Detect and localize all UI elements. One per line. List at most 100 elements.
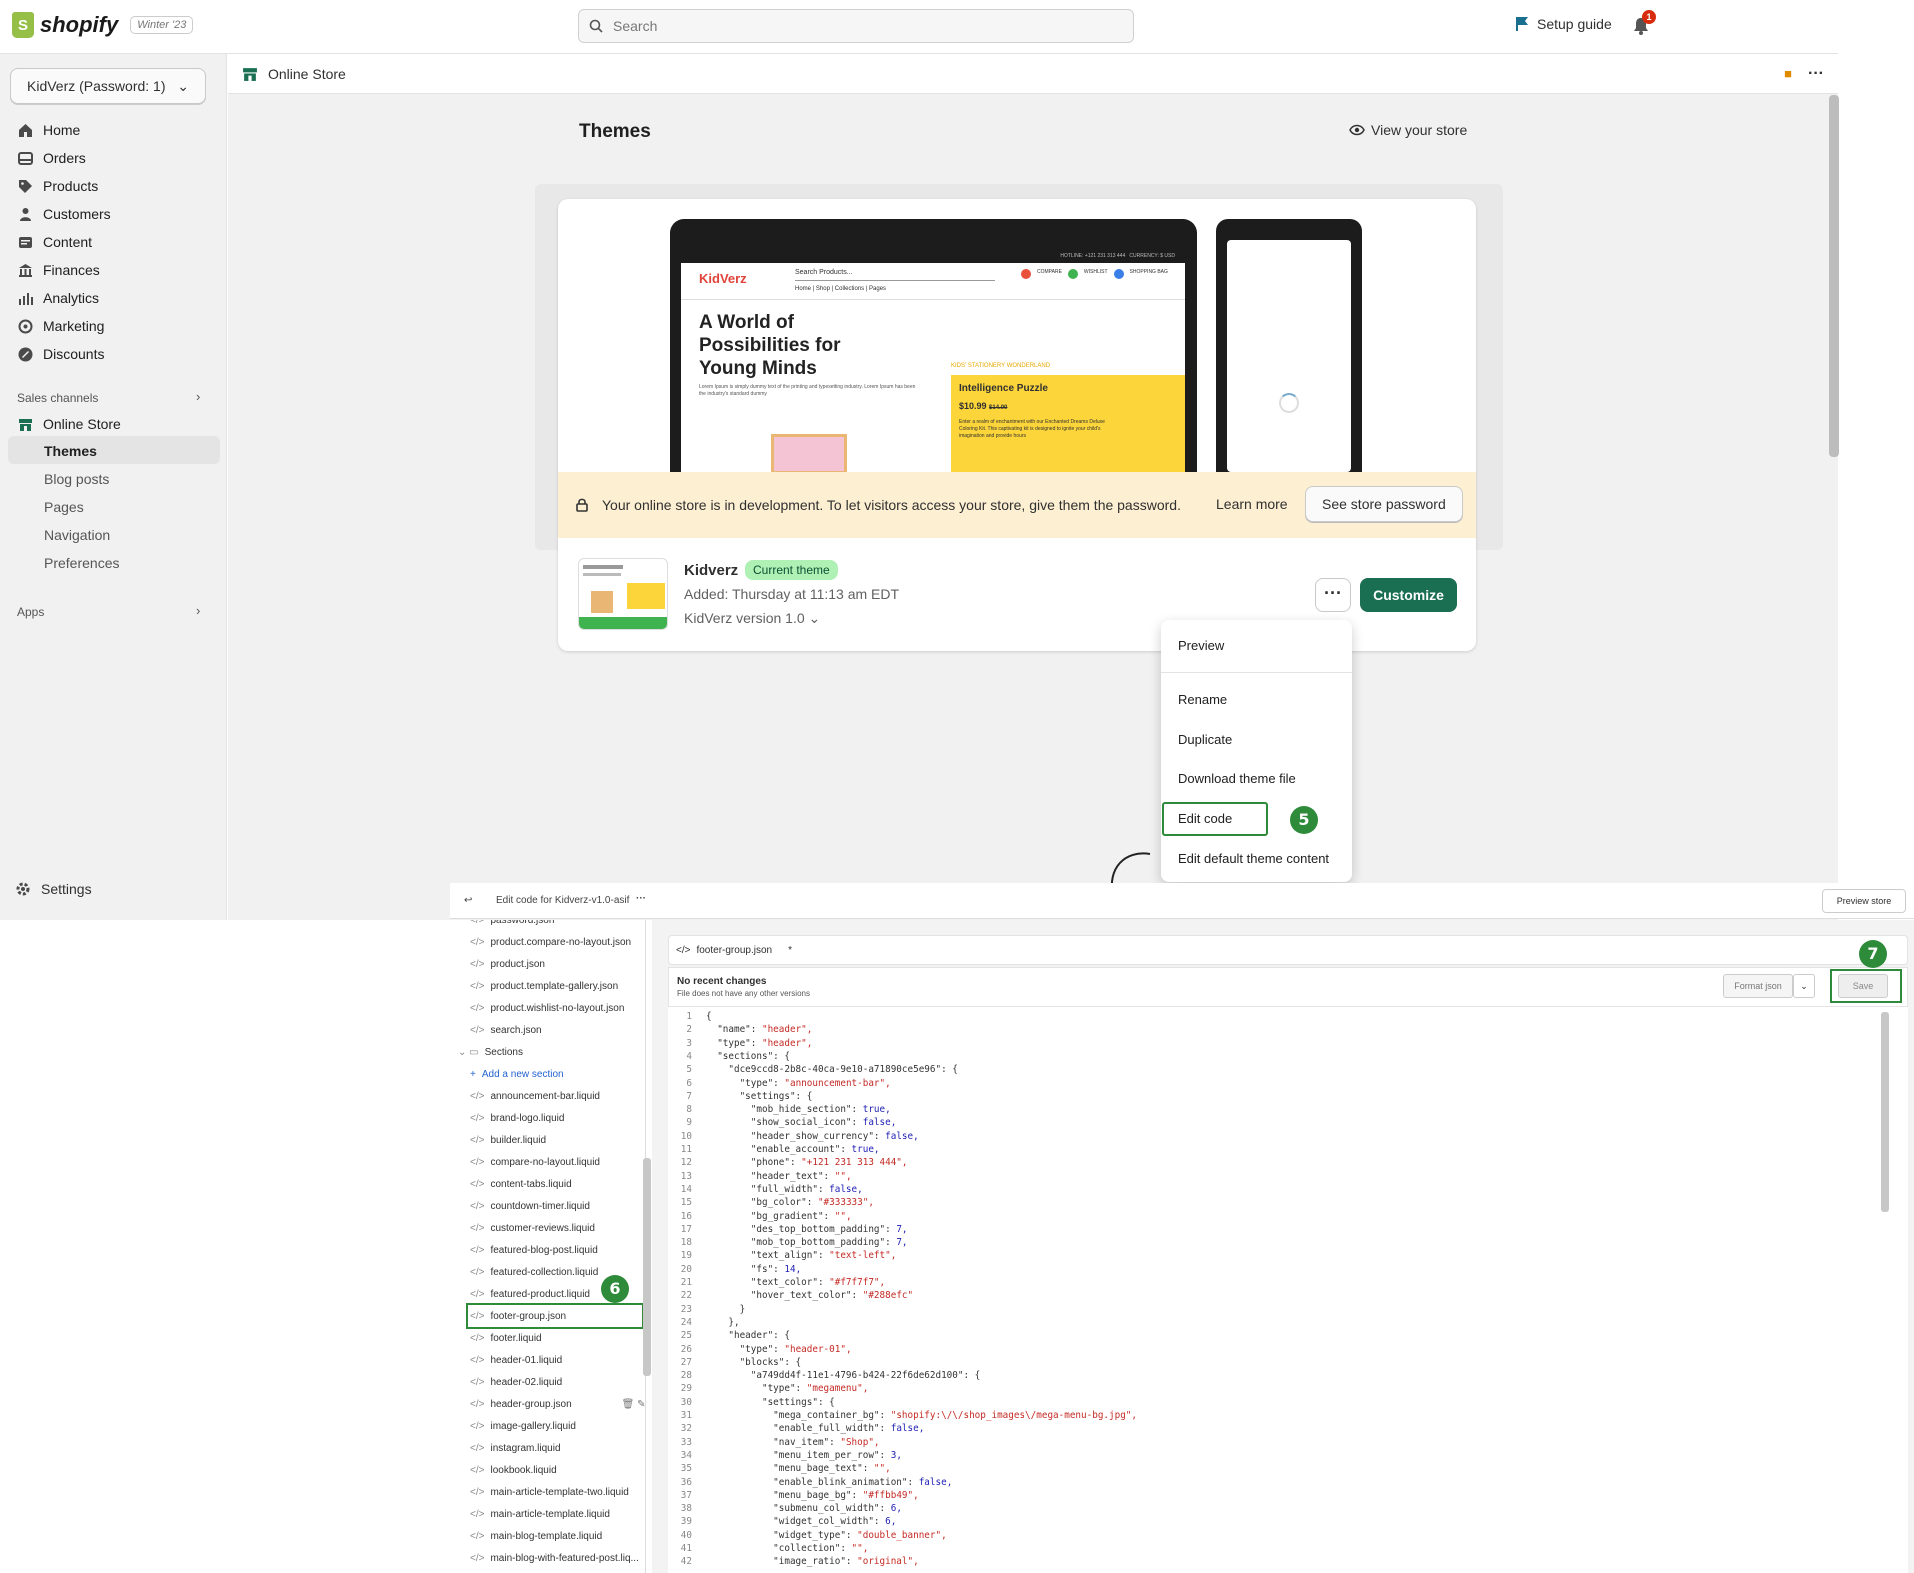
learn-more-link[interactable]: Learn more bbox=[1216, 496, 1288, 512]
file-item[interactable]: </> search.json bbox=[470, 1025, 542, 1036]
bank-icon bbox=[18, 263, 33, 278]
sidebar-item-finances[interactable]: Finances bbox=[18, 262, 100, 278]
notifications-button[interactable]: 1 bbox=[1632, 10, 1656, 38]
file-item[interactable]: </> footer.liquid bbox=[470, 1333, 542, 1344]
code-value: "", bbox=[834, 1210, 852, 1222]
menu-item-rename[interactable]: Rename bbox=[1178, 692, 1227, 707]
store-selector[interactable]: KidVerz (Password: 1) ⌄ bbox=[10, 68, 206, 104]
editor-more-icon[interactable]: ··· bbox=[636, 893, 646, 904]
file-item[interactable]: </> featured-product.liquid bbox=[470, 1289, 590, 1300]
sidebar-item-discounts[interactable]: Discounts bbox=[18, 346, 104, 362]
code-file-icon: </> bbox=[470, 1245, 485, 1256]
file-item[interactable]: </> header-group.json 🗑 ✎ bbox=[470, 1399, 645, 1410]
file-item[interactable]: </> instagram.liquid bbox=[470, 1443, 561, 1454]
exit-icon[interactable]: ↩ bbox=[464, 895, 472, 906]
file-item[interactable]: </> main-blog-with-featured-post.liq... bbox=[470, 1553, 639, 1564]
file-item[interactable]: </> password.json bbox=[470, 920, 554, 926]
sidebar-item-content[interactable]: Content bbox=[18, 234, 92, 250]
code-line: 12 "phone": "+121 231 313 444", bbox=[668, 1156, 908, 1169]
line-number: 32 bbox=[680, 1423, 692, 1435]
code-value: "Shop", bbox=[840, 1436, 880, 1448]
sidebar-item-analytics[interactable]: Analytics bbox=[18, 290, 99, 306]
file-item[interactable]: </> content-tabs.liquid bbox=[470, 1179, 572, 1190]
file-item[interactable]: </> main-article-template-two.liquid bbox=[470, 1487, 629, 1498]
tab-label: footer-group.json bbox=[696, 944, 773, 956]
file-item[interactable]: </> announcement-bar.liquid bbox=[470, 1091, 600, 1102]
preview-compare: COMPARE bbox=[1037, 269, 1062, 275]
chevron-right-icon[interactable]: › bbox=[196, 389, 200, 404]
file-tree-scrollbar[interactable] bbox=[643, 1158, 651, 1376]
sidebar-item-orders[interactable]: Orders bbox=[18, 150, 86, 166]
chevron-right-icon[interactable]: › bbox=[196, 603, 200, 618]
code-line: 37 "menu_bage_bg": "#ffbb49", bbox=[668, 1489, 919, 1502]
sidebar-item-themes[interactable]: Themes bbox=[44, 443, 97, 459]
page-scrollbar[interactable] bbox=[1829, 95, 1839, 457]
sidebar-item-pages[interactable]: Pages bbox=[44, 499, 84, 515]
code-line: 16 "bg_gradient": "", bbox=[668, 1210, 852, 1223]
see-store-password-button[interactable]: See store password bbox=[1305, 486, 1463, 522]
preview-store-button[interactable]: Preview store bbox=[1822, 889, 1906, 913]
pin-icon[interactable]: ■ bbox=[1784, 66, 1792, 81]
format-dropdown-chevron-icon[interactable]: ⌄ bbox=[1793, 974, 1815, 998]
sidebar-item-online-store[interactable]: Online Store bbox=[18, 416, 121, 432]
file-item[interactable]: </> main-article-template.liquid bbox=[470, 1509, 610, 1520]
active-item-highlight bbox=[8, 436, 220, 464]
code-file-icon: </> bbox=[470, 1421, 485, 1432]
file-item[interactable]: </> brand-logo.liquid bbox=[470, 1113, 564, 1124]
file-item[interactable]: </> featured-collection.liquid bbox=[470, 1267, 598, 1278]
file-item[interactable]: </> main-blog-template.liquid bbox=[470, 1531, 602, 1542]
sidebar-item-settings[interactable]: Settings bbox=[15, 881, 92, 897]
search-input[interactable]: Search bbox=[578, 9, 1134, 43]
add-section-link[interactable]: + Add a new section bbox=[470, 1069, 564, 1080]
file-actions-icon[interactable]: 🗑 ✎ bbox=[622, 1399, 645, 1410]
customize-button[interactable]: Customize bbox=[1360, 578, 1457, 612]
code-key: "show_social_icon": bbox=[706, 1117, 863, 1129]
file-item[interactable]: </> customer-reviews.liquid bbox=[470, 1223, 595, 1234]
file-item[interactable]: </> image-gallery.liquid bbox=[470, 1421, 576, 1432]
theme-version[interactable]: KidVerz version 1.0 ⌄ bbox=[684, 610, 820, 627]
code-file-icon: </> bbox=[470, 1333, 485, 1344]
code-line: 4 "sections": { bbox=[668, 1050, 790, 1063]
shopify-logo[interactable]: shopify Winter '23 bbox=[12, 12, 194, 38]
file-item[interactable]: </> lookbook.liquid bbox=[470, 1465, 557, 1476]
view-store-link[interactable]: View your store bbox=[1349, 122, 1467, 138]
code-value: "", bbox=[851, 1543, 869, 1554]
file-item[interactable]: </> countdown-timer.liquid bbox=[470, 1201, 590, 1212]
file-item[interactable]: </> header-02.liquid bbox=[470, 1377, 562, 1388]
target-icon bbox=[18, 319, 33, 334]
sidebar-item-navigation[interactable]: Navigation bbox=[44, 527, 110, 543]
menu-item-duplicate[interactable]: Duplicate bbox=[1178, 732, 1232, 747]
file-item[interactable]: </> product.wishlist-no-layout.json bbox=[470, 1003, 624, 1014]
menu-item-preview[interactable]: Preview bbox=[1178, 638, 1224, 653]
code-key: "phone": bbox=[706, 1157, 802, 1169]
sections-folder[interactable]: ⌄ ▭ Sections bbox=[458, 1047, 523, 1058]
sidebar-label: Home bbox=[43, 122, 81, 138]
line-number: 28 bbox=[680, 1370, 692, 1382]
file-item[interactable]: </> header-01.liquid bbox=[470, 1355, 562, 1366]
tab-footer-group[interactable]: </> footer-group.json * bbox=[672, 938, 792, 962]
menu-item-edit-default-content[interactable]: Edit default theme content bbox=[1178, 851, 1329, 866]
apps-heading[interactable]: Apps bbox=[17, 605, 44, 619]
file-item[interactable]: </> product.template-gallery.json bbox=[470, 981, 618, 992]
sidebar-item-preferences[interactable]: Preferences bbox=[44, 555, 119, 571]
more-actions-icon[interactable]: ··· bbox=[1808, 65, 1824, 83]
file-name: header-group.json bbox=[490, 1399, 572, 1410]
code-scrollbar[interactable] bbox=[1881, 1012, 1889, 1212]
sidebar-item-home[interactable]: Home bbox=[18, 122, 80, 138]
theme-actions-button[interactable]: ··· bbox=[1315, 578, 1351, 612]
sidebar-item-products[interactable]: Products bbox=[18, 178, 98, 194]
file-item[interactable]: </> compare-no-layout.liquid bbox=[470, 1157, 600, 1168]
file-item[interactable]: </> featured-blog-post.liquid bbox=[470, 1245, 598, 1256]
format-json-button[interactable]: Format json bbox=[1723, 974, 1793, 998]
file-item[interactable]: </> product.json bbox=[470, 959, 545, 970]
code-line: 42 "image_ratio": "original", bbox=[668, 1555, 919, 1568]
sidebar-item-customers[interactable]: Customers bbox=[18, 206, 111, 222]
setup-guide-button[interactable]: Setup guide bbox=[1515, 16, 1612, 32]
file-item[interactable]: </> product.compare-no-layout.json bbox=[470, 937, 631, 948]
menu-item-download[interactable]: Download theme file bbox=[1178, 771, 1296, 786]
theme-name: Kidverz bbox=[684, 562, 739, 579]
sidebar-item-marketing[interactable]: Marketing bbox=[18, 318, 104, 334]
file-item[interactable]: </> builder.liquid bbox=[470, 1135, 546, 1146]
sidebar-item-blog-posts[interactable]: Blog posts bbox=[44, 471, 109, 487]
code-area[interactable]: 1{2 "name": "header", 3 "type": "header",… bbox=[668, 1007, 1908, 1573]
